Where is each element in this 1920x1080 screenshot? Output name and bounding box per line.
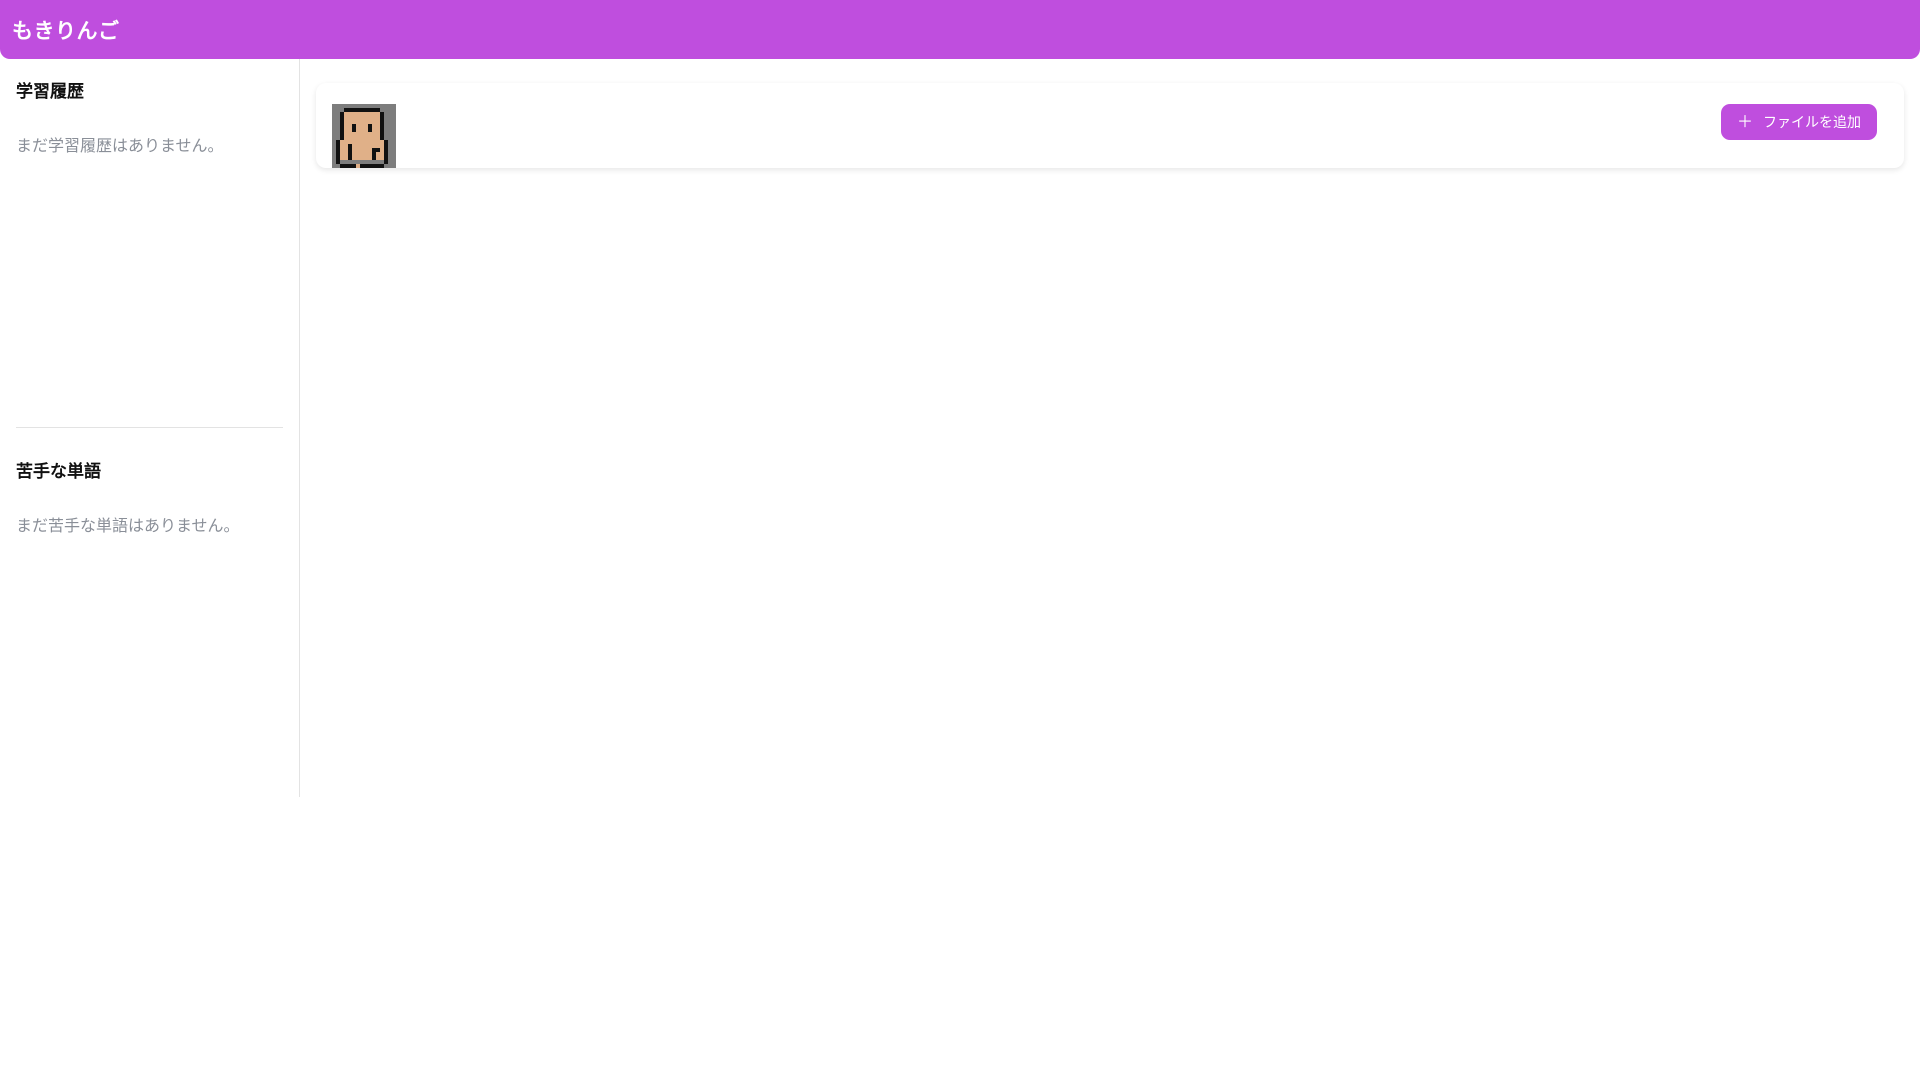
sidebar-divider <box>16 427 283 428</box>
app-header: もきりんご <box>0 0 1920 59</box>
pixel-character-icon <box>332 104 396 168</box>
plus-icon: ＋ <box>1736 112 1753 131</box>
history-empty-message: まだ学習履歴はありません。 <box>16 136 224 155</box>
add-file-button[interactable]: ＋ ファイルを追加 <box>1721 104 1877 140</box>
weak-words-empty-message: まだ苦手な単語はありません。 <box>16 516 240 535</box>
history-heading: 学習履歴 <box>16 82 84 102</box>
weak-words-heading: 苦手な単語 <box>16 462 101 482</box>
app-title: もきりんご <box>12 18 120 43</box>
history-section: 学習履歴 まだ学習履歴はありません。 <box>16 77 283 156</box>
add-file-label: ファイルを追加 <box>1763 115 1861 131</box>
weak-words-section: 苦手な単語 まだ苦手な単語はありません。 <box>16 457 283 536</box>
sidebar: 学習履歴 まだ学習履歴はありません。 苦手な単語 まだ苦手な単語はありません。 <box>0 59 300 797</box>
main-card: ＋ ファイルを追加 <box>316 83 1904 168</box>
